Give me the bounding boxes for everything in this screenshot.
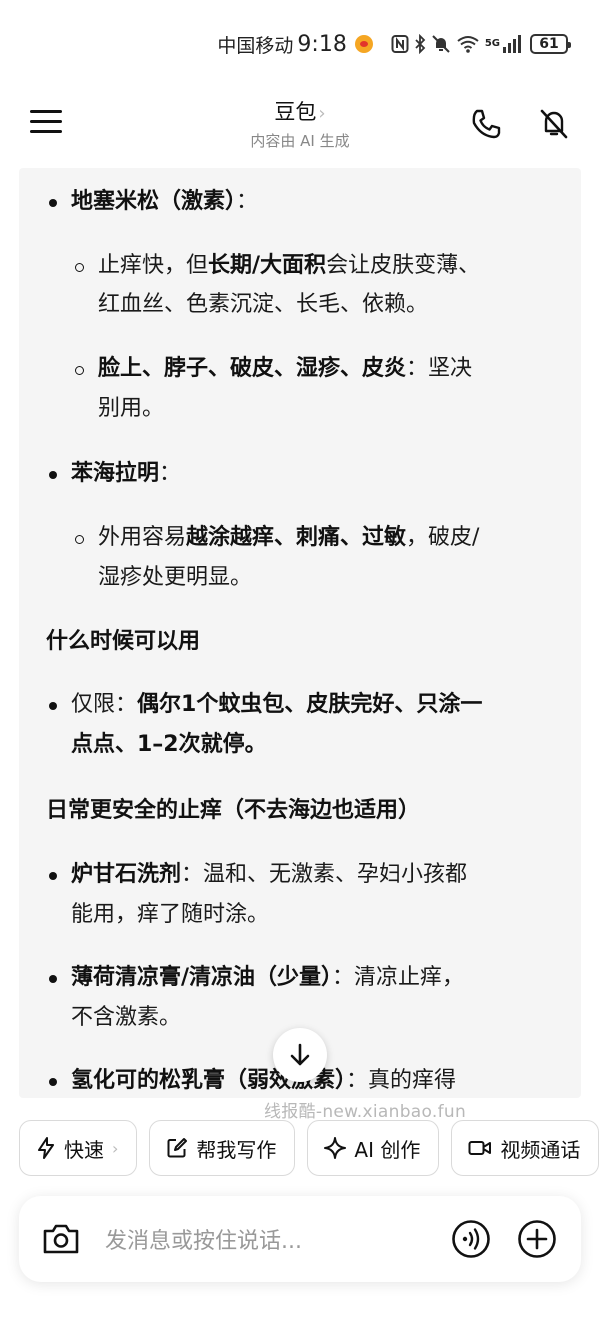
list-item: 氢化可的松乳膏（弱效激素）：真的痒得 xyxy=(71,1068,457,1093)
wifi-icon xyxy=(457,36,479,53)
video-icon xyxy=(468,1141,492,1155)
list-item: 炉甘石洗剂：温和、无激素、孕妇小孩都 xyxy=(71,862,468,887)
list-item: 脸上、脖子、破皮、湿疹、皮炎：坚决 xyxy=(98,356,473,381)
list-item-cont: 不含激素。 xyxy=(71,1005,182,1030)
chip-write[interactable]: 帮我写作 xyxy=(149,1120,296,1176)
bullet-circle xyxy=(75,366,84,375)
signal-icon xyxy=(503,35,521,53)
chip-label: AI 创作 xyxy=(354,1137,421,1162)
phone-call-icon[interactable] xyxy=(468,106,504,142)
bullet-circle xyxy=(75,535,84,544)
chat-title-area[interactable]: 豆包 › 内容由 AI 生成 xyxy=(0,96,600,151)
silent-bell-icon xyxy=(432,35,450,53)
lightning-icon xyxy=(38,1137,54,1159)
bullet-dot xyxy=(49,1078,57,1086)
list-item: 地塞米松（激素）： xyxy=(71,189,259,214)
bluetooth-icon xyxy=(415,34,426,54)
list-item: 仅限：偶尔1个蚊虫包、皮肤完好、只涂一 xyxy=(71,692,483,717)
scroll-to-bottom-button[interactable] xyxy=(273,1028,327,1082)
bullet-circle xyxy=(75,263,84,272)
chat-title: 豆包 xyxy=(274,100,317,124)
status-bar: 中国移动 9:18 5G 61 xyxy=(0,28,600,60)
chip-video-call[interactable]: 视频通话 xyxy=(451,1120,600,1176)
list-item-cont: 别用。 xyxy=(98,396,165,421)
bullet-dot xyxy=(49,471,57,479)
bullet-dot xyxy=(49,702,57,710)
list-item: 薄荷清凉膏/清凉油（少量）：清凉止痒， xyxy=(71,965,465,990)
chip-label: 帮我写作 xyxy=(196,1137,277,1162)
list-item: 外用容易越涂越痒、刺痛、过敏，破皮/ xyxy=(98,525,480,550)
bullet-dot xyxy=(49,872,57,880)
clock: 9:18 xyxy=(297,31,347,57)
watermark: 线报酷-new.xianbao.fun xyxy=(264,1102,467,1122)
chip-label: 视频通话 xyxy=(500,1137,581,1162)
camera-icon[interactable] xyxy=(41,1220,81,1258)
nfc-icon xyxy=(391,35,409,53)
list-item: 苯海拉明： xyxy=(71,461,182,486)
chip-label: 快速 xyxy=(64,1137,104,1162)
list-item-cont: 湿疹处更明显。 xyxy=(98,565,253,590)
ai-generated-note: 内容由 AI 生成 xyxy=(250,132,350,150)
chevron-right-icon: › xyxy=(112,1138,119,1158)
message-input-bar: 发消息或按住说话... xyxy=(19,1196,581,1282)
sparkle-icon xyxy=(324,1137,347,1159)
list-item-cont: 红血丝、色素沉淀、长毛、依赖。 xyxy=(98,292,429,317)
weibo-icon xyxy=(354,35,373,53)
carrier-name: 中国移动 xyxy=(217,34,294,57)
bullet-dot xyxy=(49,975,57,983)
quick-action-chips: 快速 › 帮我写作 AI 创作 视频通话 xyxy=(19,1120,600,1176)
voice-input-icon[interactable] xyxy=(451,1219,491,1259)
edit-icon xyxy=(167,1138,188,1158)
chip-fast[interactable]: 快速 › xyxy=(19,1120,138,1176)
section-heading: 什么时候可以用 xyxy=(46,629,201,654)
plus-icon[interactable] xyxy=(517,1219,557,1259)
battery-indicator: 61 xyxy=(530,34,571,54)
list-item: 止痒快，但长期/大面积会让皮肤变薄、 xyxy=(98,253,481,278)
bullet-dot xyxy=(49,199,57,207)
arrow-down-icon xyxy=(290,1043,310,1066)
chevron-right-icon: › xyxy=(318,103,326,124)
speaker-mute-icon[interactable] xyxy=(536,106,572,142)
list-item-cont: 点点、1–2次就停。 xyxy=(71,732,267,757)
list-item-cont: 能用，痒了随时涂。 xyxy=(71,902,270,927)
ai-response-panel: 地塞米松（激素）： 止痒快，但长期/大面积会让皮肤变薄、 红血丝、色素沉淀、长毛… xyxy=(19,168,581,1098)
chat-header: 豆包 › 内容由 AI 生成 xyxy=(0,88,600,158)
network-type: 5G xyxy=(484,38,500,49)
message-input[interactable]: 发消息或按住说话... xyxy=(105,1223,302,1255)
chip-ai-create[interactable]: AI 创作 xyxy=(307,1120,440,1176)
section-heading: 日常更安全的止痒（不去海边也适用） xyxy=(46,798,421,823)
